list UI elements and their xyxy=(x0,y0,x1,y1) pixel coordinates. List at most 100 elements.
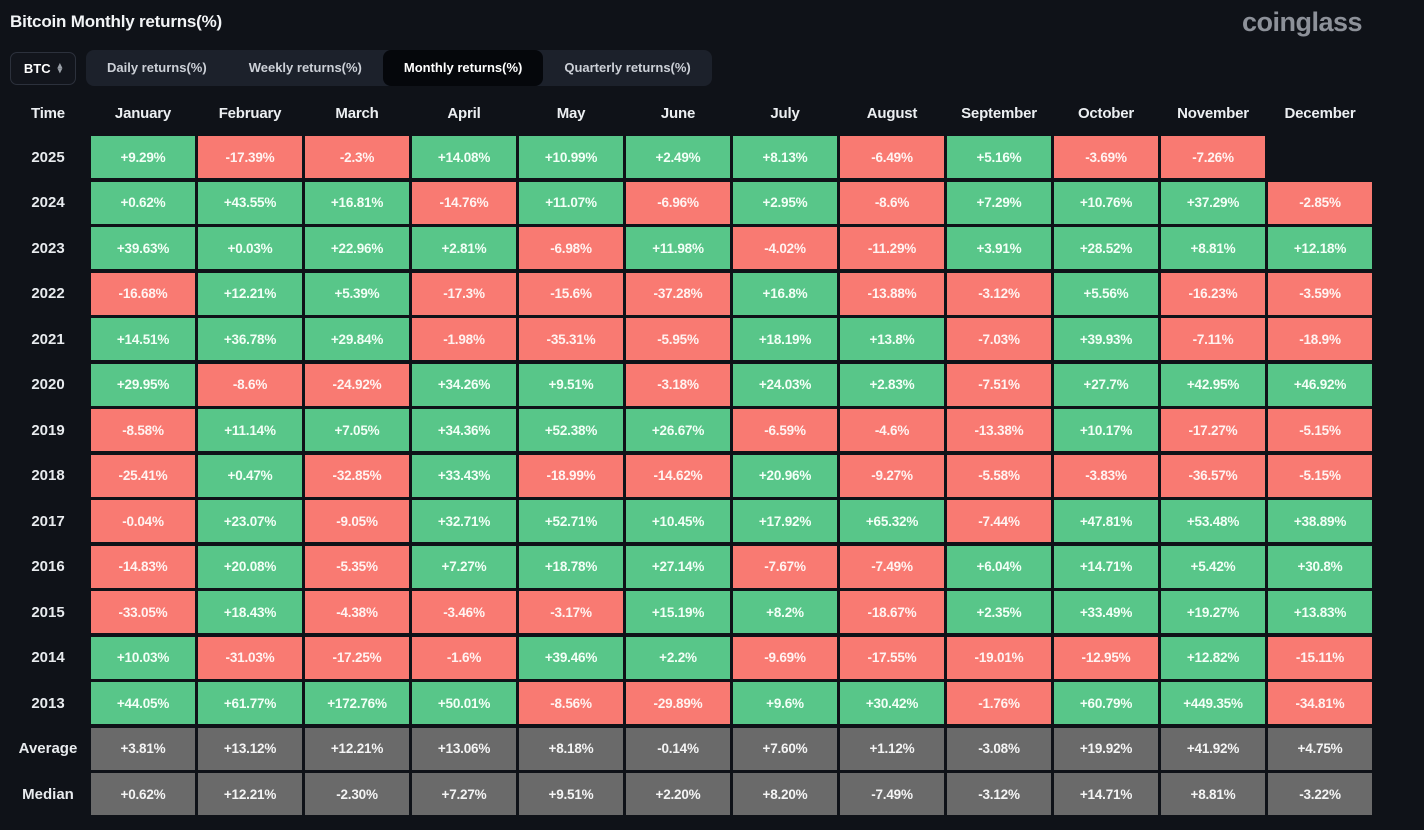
return-cell: +46.92% xyxy=(1268,364,1372,406)
return-cell: -2.85% xyxy=(1268,182,1372,224)
topbar: Bitcoin Monthly returns(%) coinglass xyxy=(0,0,1424,46)
return-cell: +24.03% xyxy=(733,364,837,406)
column-header-month: February xyxy=(198,98,302,128)
return-cell: +10.17% xyxy=(1054,409,1158,451)
column-header-month: January xyxy=(91,98,195,128)
return-cell: +38.89% xyxy=(1268,500,1372,542)
return-cell: +2.20% xyxy=(626,773,730,815)
column-header-month: September xyxy=(947,98,1051,128)
return-cell: -5.58% xyxy=(947,455,1051,497)
return-cell: -6.98% xyxy=(519,227,623,269)
return-cell: +33.43% xyxy=(412,455,516,497)
return-cell: +10.45% xyxy=(626,500,730,542)
return-cell: -6.96% xyxy=(626,182,730,224)
return-cell: +33.49% xyxy=(1054,591,1158,633)
tab-monthly-returns[interactable]: Monthly returns(%) xyxy=(383,50,543,86)
return-cell: +52.71% xyxy=(519,500,623,542)
column-header-month: October xyxy=(1054,98,1158,128)
return-cell: +44.05% xyxy=(91,682,195,724)
return-cell: +4.75% xyxy=(1268,728,1372,770)
return-cell: -14.83% xyxy=(91,546,195,588)
return-cell: -1.76% xyxy=(947,682,1051,724)
return-cell: -9.27% xyxy=(840,455,944,497)
return-cell: +2.2% xyxy=(626,637,730,679)
return-cell: +0.62% xyxy=(91,773,195,815)
tab-quarterly-returns[interactable]: Quarterly returns(%) xyxy=(543,50,711,86)
tab-weekly-returns[interactable]: Weekly returns(%) xyxy=(228,50,383,86)
tab-daily-returns[interactable]: Daily returns(%) xyxy=(86,50,228,86)
return-cell: -7.03% xyxy=(947,318,1051,360)
return-cell: -14.76% xyxy=(412,182,516,224)
return-cell: +17.92% xyxy=(733,500,837,542)
return-cell: +12.82% xyxy=(1161,637,1265,679)
return-cell: -8.56% xyxy=(519,682,623,724)
row-label: 2019 xyxy=(8,409,88,451)
return-cell: -18.67% xyxy=(840,591,944,633)
return-cell: -19.01% xyxy=(947,637,1051,679)
return-cell: +18.19% xyxy=(733,318,837,360)
row-label: 2022 xyxy=(8,273,88,315)
return-cell: +30.8% xyxy=(1268,546,1372,588)
return-cell: -5.15% xyxy=(1268,409,1372,451)
return-cell: -15.11% xyxy=(1268,637,1372,679)
return-cell: +16.81% xyxy=(305,182,409,224)
return-cell: +52.38% xyxy=(519,409,623,451)
return-cell: +13.83% xyxy=(1268,591,1372,633)
return-cell: +9.29% xyxy=(91,136,195,178)
symbol-selector[interactable]: BTC ▴▾ xyxy=(10,52,76,85)
return-cell: -3.12% xyxy=(947,273,1051,315)
return-cell: +39.93% xyxy=(1054,318,1158,360)
return-cell: +7.05% xyxy=(305,409,409,451)
return-cell: -0.14% xyxy=(626,728,730,770)
return-cell: +12.18% xyxy=(1268,227,1372,269)
return-cell: +29.84% xyxy=(305,318,409,360)
return-cell: -18.9% xyxy=(1268,318,1372,360)
return-cell: -3.83% xyxy=(1054,455,1158,497)
return-cell: -8.6% xyxy=(198,364,302,406)
return-cell: -25.41% xyxy=(91,455,195,497)
return-cell: -29.89% xyxy=(626,682,730,724)
return-cell: +1.12% xyxy=(840,728,944,770)
return-cell: -36.57% xyxy=(1161,455,1265,497)
return-cell: -16.68% xyxy=(91,273,195,315)
return-cell: +2.81% xyxy=(412,227,516,269)
return-cell: +5.42% xyxy=(1161,546,1265,588)
column-header-month: December xyxy=(1268,98,1372,128)
return-cell: -17.27% xyxy=(1161,409,1265,451)
return-cell: +14.08% xyxy=(412,136,516,178)
return-cell: +7.29% xyxy=(947,182,1051,224)
return-cell: +12.21% xyxy=(305,728,409,770)
return-cell: +20.96% xyxy=(733,455,837,497)
return-cell: +2.83% xyxy=(840,364,944,406)
return-cell: +39.46% xyxy=(519,637,623,679)
symbol-selector-label: BTC xyxy=(24,61,51,76)
return-cell: -17.25% xyxy=(305,637,409,679)
return-cell: -14.62% xyxy=(626,455,730,497)
return-cell: -1.98% xyxy=(412,318,516,360)
row-label: Average xyxy=(8,728,88,770)
return-cell: -24.92% xyxy=(305,364,409,406)
return-cell: +8.18% xyxy=(519,728,623,770)
return-cell: -2.3% xyxy=(305,136,409,178)
return-cell: -2.30% xyxy=(305,773,409,815)
return-cell: -31.03% xyxy=(198,637,302,679)
return-cell: -9.69% xyxy=(733,637,837,679)
row-label: 2018 xyxy=(8,455,88,497)
return-cell: +7.60% xyxy=(733,728,837,770)
return-cell: -15.6% xyxy=(519,273,623,315)
return-cell: +172.76% xyxy=(305,682,409,724)
return-cell: +18.78% xyxy=(519,546,623,588)
return-cell: -1.6% xyxy=(412,637,516,679)
row-label: 2013 xyxy=(8,682,88,724)
return-cell: -3.46% xyxy=(412,591,516,633)
return-cell: +12.21% xyxy=(198,273,302,315)
page: Bitcoin Monthly returns(%) coinglass BTC… xyxy=(0,0,1424,815)
return-cell: -4.02% xyxy=(733,227,837,269)
return-cell: +2.95% xyxy=(733,182,837,224)
row-label: 2023 xyxy=(8,227,88,269)
return-cell: -5.35% xyxy=(305,546,409,588)
return-cell: -32.85% xyxy=(305,455,409,497)
row-label: 2014 xyxy=(8,637,88,679)
return-cell: +42.95% xyxy=(1161,364,1265,406)
return-cell: -6.49% xyxy=(840,136,944,178)
